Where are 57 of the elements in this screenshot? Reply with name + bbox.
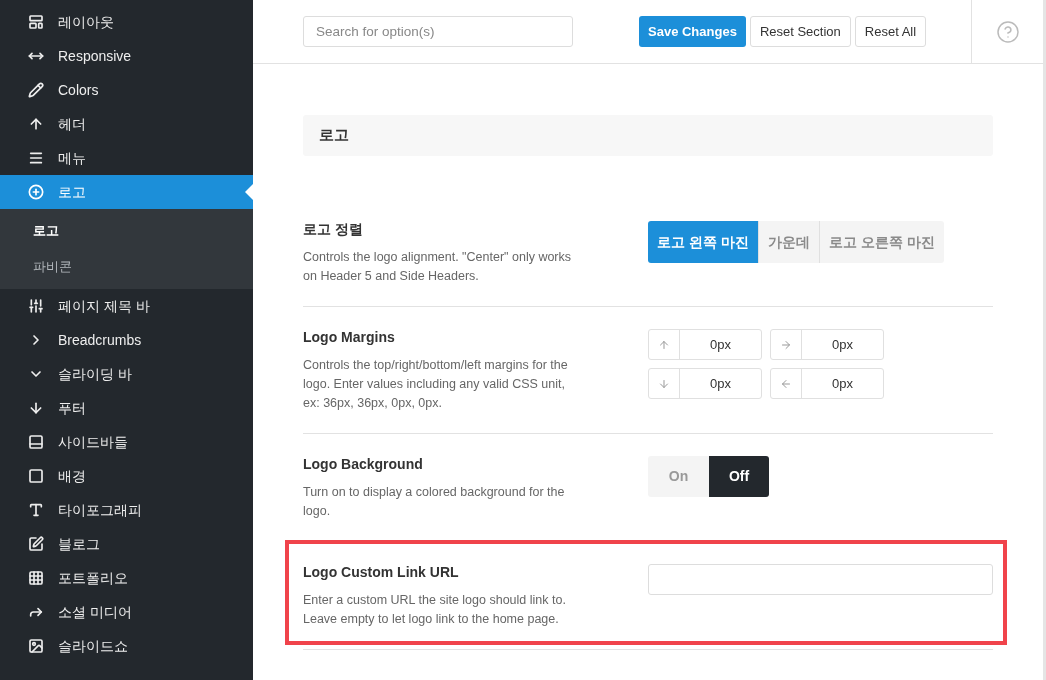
layout-icon [28, 434, 44, 450]
option-title: Logo Custom Link URL [303, 563, 460, 582]
sidebar-item[interactable]: Responsive [0, 39, 253, 73]
plus-circle-icon [28, 184, 44, 200]
arrow-down-icon [658, 377, 670, 390]
section-header: 로고 [303, 115, 993, 156]
option-description: Controls the logo alignment. "Center" only works on Header 5 and Side Headers. [303, 249, 573, 285]
sidebar-item[interactable]: 페이지 제목 바 [0, 289, 253, 323]
sidebar-item[interactable]: 메뉴 [0, 141, 253, 175]
image-icon [28, 638, 44, 654]
arrow-right-icon [780, 338, 792, 351]
submenu-item[interactable]: 로고 [0, 213, 253, 249]
search-field[interactable]: Search for option(s) [303, 16, 573, 47]
option-description: Enter a custom URL the site logo should link to. Leave empty to let logo link to the home page. [303, 592, 567, 628]
sidebar-item[interactable]: 포트폴리오 [0, 561, 253, 595]
layout-icon [28, 14, 44, 30]
toolbar-button[interactable]: Reset Section [749, 16, 851, 47]
sidebar-item[interactable]: 슬라이딩 바 [0, 357, 253, 391]
arrow-left-icon [780, 377, 792, 390]
type-icon [28, 502, 44, 518]
sidebar-item[interactable]: 배경 [0, 459, 253, 493]
help-icon[interactable] [995, 19, 1020, 44]
sidebar-item[interactable]: 사이드바들 [0, 425, 253, 459]
toolbar-button[interactable]: Save Changes [639, 16, 746, 47]
menu-icon [28, 150, 44, 166]
arrow-down-icon [28, 400, 44, 416]
sidebar-item[interactable]: 블로그 [0, 527, 253, 561]
margin-field[interactable]: 0px [648, 368, 762, 399]
arrow-up-icon [658, 338, 670, 351]
sidebar-item[interactable]: 로고 [0, 175, 253, 209]
option-title: 로고 정렬 [303, 220, 364, 239]
brush-icon [28, 82, 44, 98]
edit-icon [28, 536, 44, 552]
toolbar-button[interactable]: Reset All [854, 16, 927, 47]
sidebar-item[interactable]: 푸터 [0, 391, 253, 425]
sidebar-item[interactable]: 타이포그래피 [0, 493, 253, 527]
sidebar-item[interactable]: 헤더 [0, 107, 253, 141]
option-title: Logo Margins [303, 328, 396, 347]
submenu-item[interactable]: 파비콘 [0, 249, 253, 285]
url-field[interactable] [648, 564, 993, 595]
sidebar-item[interactable]: Colors [0, 73, 253, 107]
pointer-icon [245, 184, 253, 200]
option-description: Controls the top/right/bottom/left margins for the logo. Enter values including any valid CSS unit, ex: 36px, 36px, 0px, 0px. [303, 357, 569, 412]
option-title: Logo Background [303, 455, 424, 474]
square-icon [28, 468, 44, 484]
sidebar-item[interactable]: 소셜 미디어 [0, 595, 253, 629]
sidebar-item[interactable]: 슬라이드쇼 [0, 629, 253, 663]
sidebar-item[interactable]: Breadcrumbs [0, 323, 253, 357]
margin-field[interactable]: 0px [648, 329, 762, 360]
margin-field[interactable]: 0px [770, 329, 884, 360]
grid-icon [28, 570, 44, 586]
margin-field[interactable]: 0px [770, 368, 884, 399]
off-button[interactable]: Off [709, 456, 769, 497]
option-description: Turn on to display a colored background for the logo. [303, 484, 566, 520]
sliders-icon [28, 298, 44, 314]
choice-button[interactable]: 로고 왼쪽 마진 [648, 221, 758, 263]
sidebar-item[interactable]: 레이아웃 [0, 5, 253, 39]
